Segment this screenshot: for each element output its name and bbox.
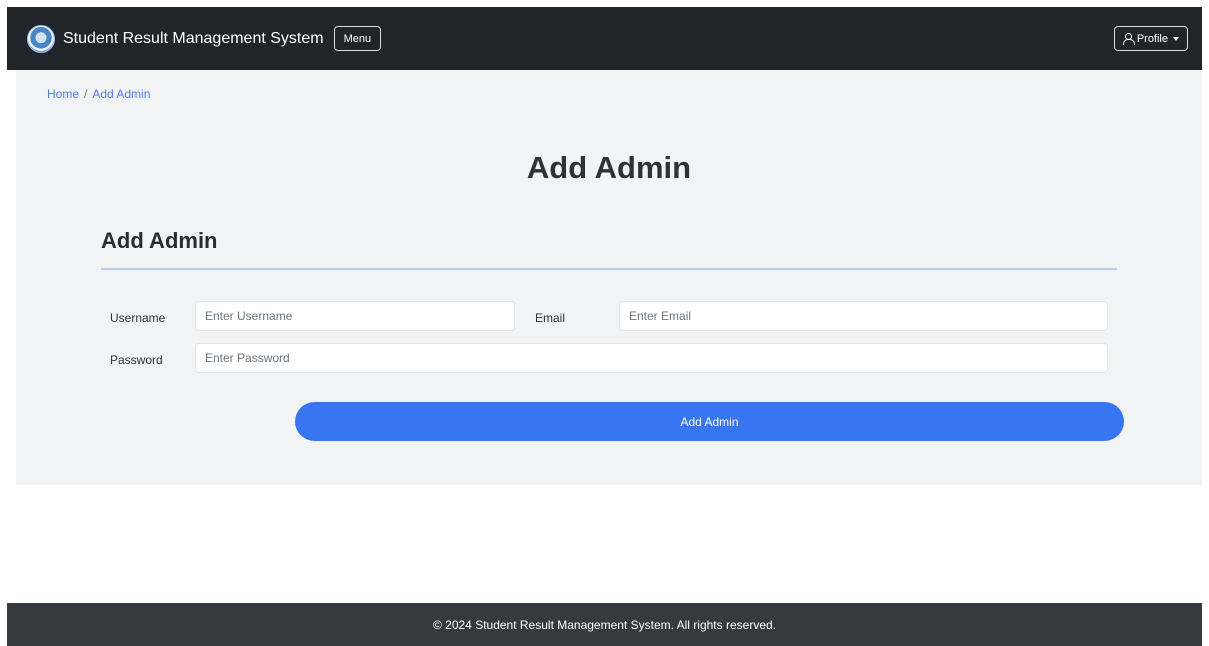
password-label: Password [110,353,163,367]
form-section-title: Add Admin [101,228,218,253]
brand-title: Student Result Management System [63,29,324,47]
profile-label: Profile [1136,32,1168,45]
breadcrumb-separator: / [84,87,88,101]
email-label: Email [535,311,566,325]
footer-copyright: © 2024 Student Result Management System.… [432,617,776,632]
breadcrumb-current-link[interactable]: Add Admin [92,87,150,101]
email-input[interactable] [619,301,1108,331]
add-admin-button[interactable]: Add Admin [295,402,1124,441]
top-navbar: Student Result Management System Menu Pr… [7,7,1202,70]
username-label: Username [110,311,166,325]
breadcrumb: Home / Add Admin [47,87,150,101]
menu-button[interactable]: Menu [333,26,382,51]
page-title: Add Admin [526,150,692,185]
person-icon [1122,33,1135,45]
main-content: Home / Add Admin Add Admin Add Admin Use… [16,70,1202,485]
footer: © 2024 Student Result Management System.… [7,603,1202,646]
username-input[interactable] [195,301,515,331]
profile-dropdown-button[interactable]: Profile [1113,26,1188,51]
institution-logo-icon [27,24,55,53]
breadcrumb-home-link[interactable]: Home [47,87,79,101]
caret-down-icon [1173,36,1179,41]
brand[interactable]: Student Result Management System [27,24,324,53]
password-input[interactable] [195,343,1108,373]
section-divider [101,268,1117,270]
